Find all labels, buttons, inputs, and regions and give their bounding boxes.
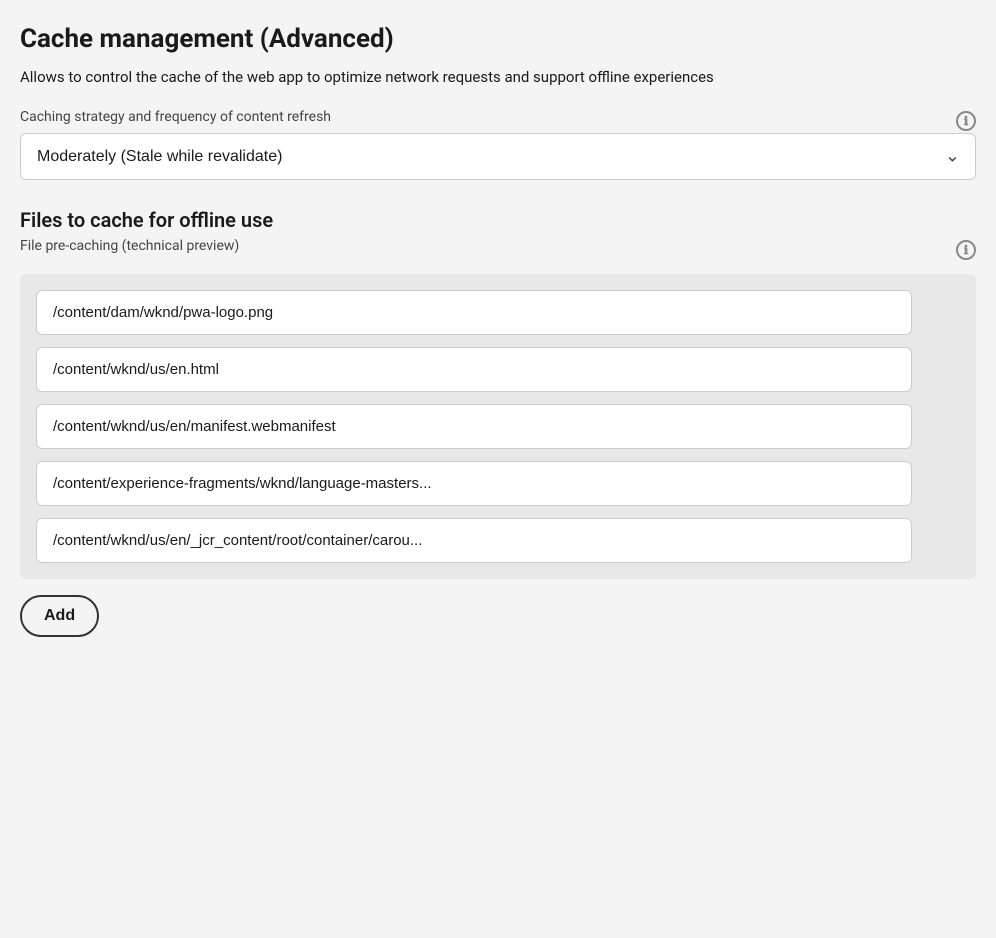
file-input-1[interactable] <box>36 290 912 335</box>
reorder-button-1[interactable] <box>948 306 960 318</box>
caching-strategy-label: Caching strategy and frequency of conten… <box>20 109 331 125</box>
files-cache-section: Files to cache for offline use File pre-… <box>20 208 976 637</box>
file-precaching-info-icon[interactable]: ℹ <box>956 240 976 260</box>
file-input-4[interactable] <box>36 461 912 506</box>
file-list-container <box>20 274 976 579</box>
file-precaching-label: File pre-caching (technical preview) <box>20 238 239 254</box>
caching-strategy-wrapper: Moderately (Stale while revalidate)Aggre… <box>20 133 976 180</box>
table-row <box>36 461 960 506</box>
delete-button-1[interactable] <box>924 306 936 318</box>
table-row <box>36 518 960 563</box>
file-input-5[interactable] <box>36 518 912 563</box>
table-row <box>36 347 960 392</box>
table-row <box>36 290 960 335</box>
reorder-button-5[interactable] <box>948 534 960 546</box>
add-button[interactable]: Add <box>20 595 99 637</box>
caching-strategy-dropdown[interactable]: Moderately (Stale while revalidate)Aggre… <box>20 133 976 180</box>
page-title: Cache management (Advanced) <box>20 24 976 54</box>
delete-button-3[interactable] <box>924 420 936 432</box>
reorder-button-3[interactable] <box>948 420 960 432</box>
delete-button-5[interactable] <box>924 534 936 546</box>
files-section-title: Files to cache for offline use <box>20 208 976 232</box>
reorder-button-4[interactable] <box>948 477 960 489</box>
reorder-button-2[interactable] <box>948 363 960 375</box>
file-input-2[interactable] <box>36 347 912 392</box>
caching-info-icon[interactable]: ℹ <box>956 111 976 131</box>
delete-button-2[interactable] <box>924 363 936 375</box>
table-row <box>36 404 960 449</box>
page-description: Allows to control the cache of the web a… <box>20 66 976 89</box>
file-input-3[interactable] <box>36 404 912 449</box>
delete-button-4[interactable] <box>924 477 936 489</box>
